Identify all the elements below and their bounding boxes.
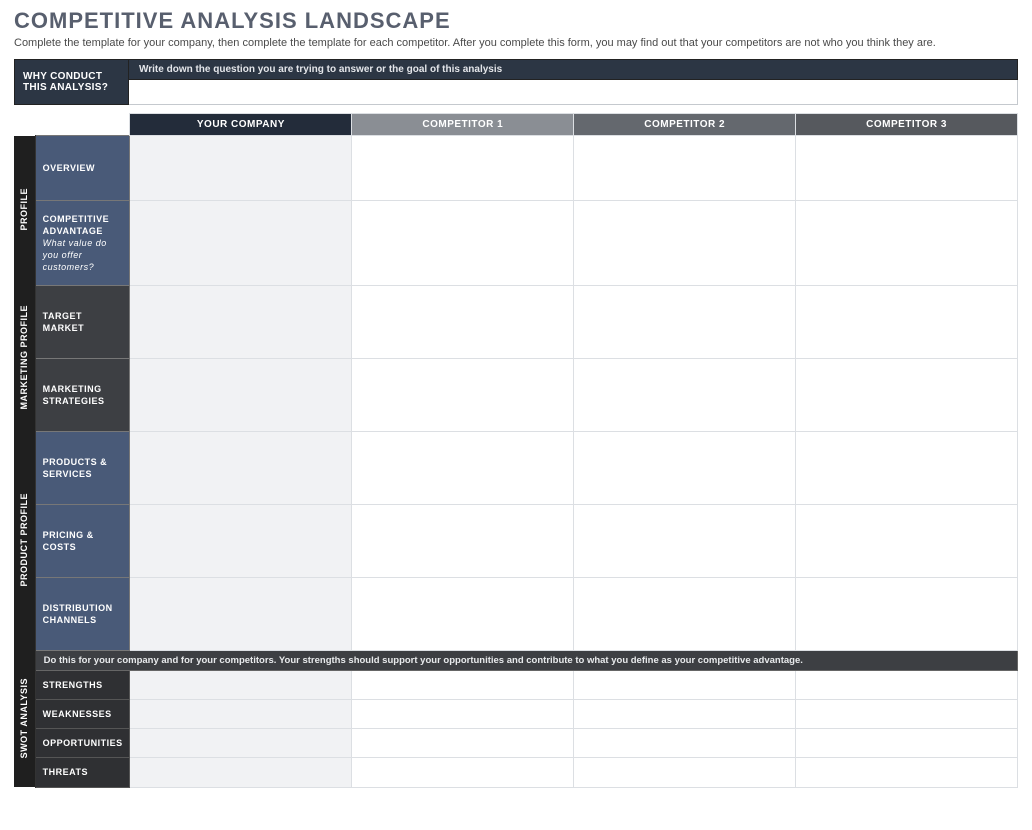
pricing-comp3[interactable] [796,505,1018,578]
row-threats: THREATS [35,758,130,787]
target-comp2[interactable] [574,286,796,359]
strengths-comp1[interactable] [352,671,574,700]
opportunities-company[interactable] [130,729,352,758]
section-marketing: MARKETING PROFILE [14,286,35,432]
row-marketing-strategies: MARKETING STRATEGIES [35,359,130,432]
row-overview: OVERVIEW [35,136,130,201]
distribution-comp1[interactable] [352,578,574,651]
overview-comp2[interactable] [574,136,796,201]
products-comp2[interactable] [574,432,796,505]
row-opportunities: OPPORTUNITIES [35,729,130,758]
pricing-comp2[interactable] [574,505,796,578]
advantage-comp3[interactable] [796,201,1018,286]
pricing-comp1[interactable] [352,505,574,578]
analysis-grid: YOUR COMPANY COMPETITOR 1 COMPETITOR 2 C… [14,113,1018,788]
opportunities-comp1[interactable] [352,729,574,758]
overview-comp1[interactable] [352,136,574,201]
products-comp1[interactable] [352,432,574,505]
strategies-company[interactable] [130,359,352,432]
threats-company[interactable] [130,758,352,787]
advantage-comp1[interactable] [352,201,574,286]
target-comp3[interactable] [796,286,1018,359]
weaknesses-comp3[interactable] [796,700,1018,729]
products-company[interactable] [130,432,352,505]
col-competitor-3: COMPETITOR 3 [796,114,1018,136]
page-subtitle: Complete the template for your company, … [14,37,1018,49]
threats-comp1[interactable] [352,758,574,787]
distribution-comp3[interactable] [796,578,1018,651]
row-pricing-costs: PRICING & COSTS [35,505,130,578]
distribution-comp2[interactable] [574,578,796,651]
row-target-market: TARGET MARKET [35,286,130,359]
weaknesses-comp1[interactable] [352,700,574,729]
col-your-company: YOUR COMPANY [130,114,352,136]
strengths-comp3[interactable] [796,671,1018,700]
why-conduct-prompt: Write down the question you are trying t… [129,59,1018,80]
threats-comp3[interactable] [796,758,1018,787]
row-competitive-advantage: COMPETITIVE ADVANTAGEWhat value do you o… [35,201,130,286]
advantage-comp2[interactable] [574,201,796,286]
section-swot: SWOT ANALYSIS [14,651,35,788]
distribution-company[interactable] [130,578,352,651]
strategies-comp2[interactable] [574,359,796,432]
weaknesses-comp2[interactable] [574,700,796,729]
why-conduct-input[interactable] [129,80,1018,105]
page-title: COMPETITIVE ANALYSIS LANDSCAPE [14,8,1018,34]
row-weaknesses: WEAKNESSES [35,700,130,729]
overview-company[interactable] [130,136,352,201]
advantage-company[interactable] [130,201,352,286]
strengths-comp2[interactable] [574,671,796,700]
row-strengths: STRENGTHS [35,671,130,700]
overview-comp3[interactable] [796,136,1018,201]
col-competitor-2: COMPETITOR 2 [574,114,796,136]
swot-instruction: Do this for your company and for your co… [35,651,1017,671]
strategies-comp1[interactable] [352,359,574,432]
pricing-company[interactable] [130,505,352,578]
section-product: PRODUCT PROFILE [14,432,35,651]
row-distribution-channels: DISTRIBUTION CHANNELS [35,578,130,651]
section-profile: PROFILE [14,136,35,286]
products-comp3[interactable] [796,432,1018,505]
weaknesses-company[interactable] [130,700,352,729]
target-company[interactable] [130,286,352,359]
strengths-company[interactable] [130,671,352,700]
opportunities-comp3[interactable] [796,729,1018,758]
row-products-services: PRODUCTS & SERVICES [35,432,130,505]
opportunities-comp2[interactable] [574,729,796,758]
strategies-comp3[interactable] [796,359,1018,432]
why-conduct-label: WHY CONDUCT THIS ANALYSIS? [14,59,129,105]
col-competitor-1: COMPETITOR 1 [352,114,574,136]
threats-comp2[interactable] [574,758,796,787]
target-comp1[interactable] [352,286,574,359]
